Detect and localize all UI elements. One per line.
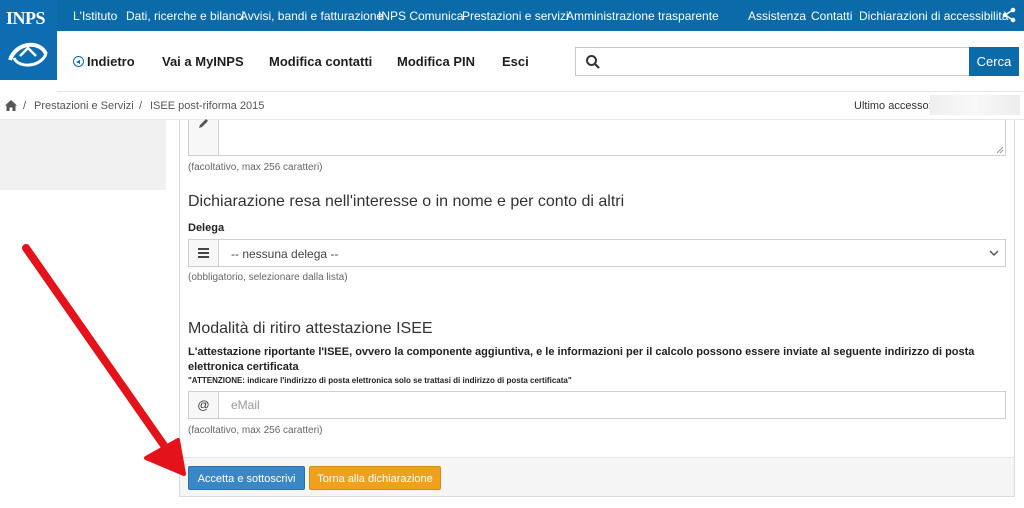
topnav-dati-ricerche[interactable]: Dati, ricerche e bilanci <box>126 9 244 23</box>
at-icon: @ <box>189 392 219 418</box>
back-link-label: Indietro <box>87 54 135 69</box>
topnav-prestazioni[interactable]: Prestazioni e servizi <box>462 9 569 23</box>
breadcrumb-separator: / <box>139 100 143 112</box>
topnav-trasparente[interactable]: Amministrazione trasparente <box>566 9 719 23</box>
resize-grip-icon[interactable] <box>996 146 1004 154</box>
share-icon[interactable] <box>1002 7 1016 23</box>
email-input[interactable] <box>220 392 1005 418</box>
logo-text: INPS <box>6 8 46 28</box>
email-field[interactable]: @ <box>188 391 1006 419</box>
ritiro-section-title: Modalità di ritiro attestazione ISEE <box>188 320 433 337</box>
back-link[interactable]: Indietro <box>73 54 135 69</box>
textarea-addon <box>189 119 219 155</box>
topnav-avvisi-bandi[interactable]: Avvisi, bandi e fatturazione <box>240 9 383 23</box>
list-icon <box>198 248 209 258</box>
delega-select[interactable]: -- nessuna delega -- <box>188 239 1006 267</box>
search-icon <box>586 55 600 69</box>
topnav-inps-comunica[interactable]: INPS Comunica <box>378 9 463 23</box>
top-bar: L'Istituto Dati, ricerche e bilanci Avvi… <box>0 0 1024 31</box>
back-to-declaration-button[interactable]: Torna alla dichiarazione <box>309 466 441 490</box>
notes-textarea[interactable] <box>188 119 1006 156</box>
chevron-down-icon <box>989 250 999 257</box>
edit-pin-link[interactable]: Modifica PIN <box>397 54 475 69</box>
breadcrumb: / Prestazioni e Servizi / ISEE post-rifo… <box>0 92 1024 120</box>
delega-label: Delega <box>188 222 225 234</box>
form-panel <box>179 120 1015 497</box>
left-sidebar-panel <box>0 120 166 190</box>
last-access-value-redacted <box>930 95 1020 115</box>
last-access-label: Ultimo accesso: <box>854 100 932 112</box>
edit-contacts-link[interactable]: Modifica contatti <box>269 54 372 69</box>
pencil-icon <box>199 119 208 128</box>
breadcrumb-isee: ISEE post-riforma 2015 <box>150 100 265 112</box>
myinps-link[interactable]: Vai a MyINPS <box>162 54 244 69</box>
delega-help-text: (obbligatorio, selezionare dalla lista) <box>188 272 348 283</box>
breadcrumb-separator: / <box>23 100 27 112</box>
accept-sign-button[interactable]: Accetta e sottoscrivi <box>188 466 305 490</box>
search-button[interactable]: Cerca <box>969 47 1019 76</box>
topnav-accessibilita[interactable]: Dichiarazioni di accessibilità <box>859 9 1008 23</box>
select-addon <box>189 240 219 266</box>
form-actions-bar <box>180 457 1014 496</box>
topnav-istituto[interactable]: L'Istituto <box>73 9 117 23</box>
topnav-assistenza[interactable]: Assistenza <box>748 9 806 23</box>
delega-selected-value: -- nessuna delega -- <box>231 247 339 261</box>
delega-section-title: Dichiarazione resa nell'interesse o in n… <box>188 193 625 210</box>
email-help-text: (facoltativo, max 256 caratteri) <box>188 425 323 436</box>
ritiro-description: L'attestazione riportante l'ISEE, ovvero… <box>188 346 975 373</box>
search-input[interactable] <box>575 47 970 76</box>
main-nav: Indietro Vai a MyINPS Modifica contatti … <box>57 31 1024 92</box>
home-icon[interactable] <box>5 100 17 111</box>
inps-logo[interactable]: INPS <box>0 0 57 80</box>
back-circle-icon <box>73 56 84 67</box>
notes-help-text: (facoltativo, max 256 caratteri) <box>188 162 323 173</box>
topnav-contatti[interactable]: Contatti <box>811 9 852 23</box>
breadcrumb-prestazioni[interactable]: Prestazioni e Servizi <box>34 100 134 112</box>
logout-link[interactable]: Esci <box>502 54 529 69</box>
logo-emblem-icon <box>8 43 48 67</box>
pec-warning: "ATTENZIONE: indicare l'indirizzo di pos… <box>188 376 572 385</box>
